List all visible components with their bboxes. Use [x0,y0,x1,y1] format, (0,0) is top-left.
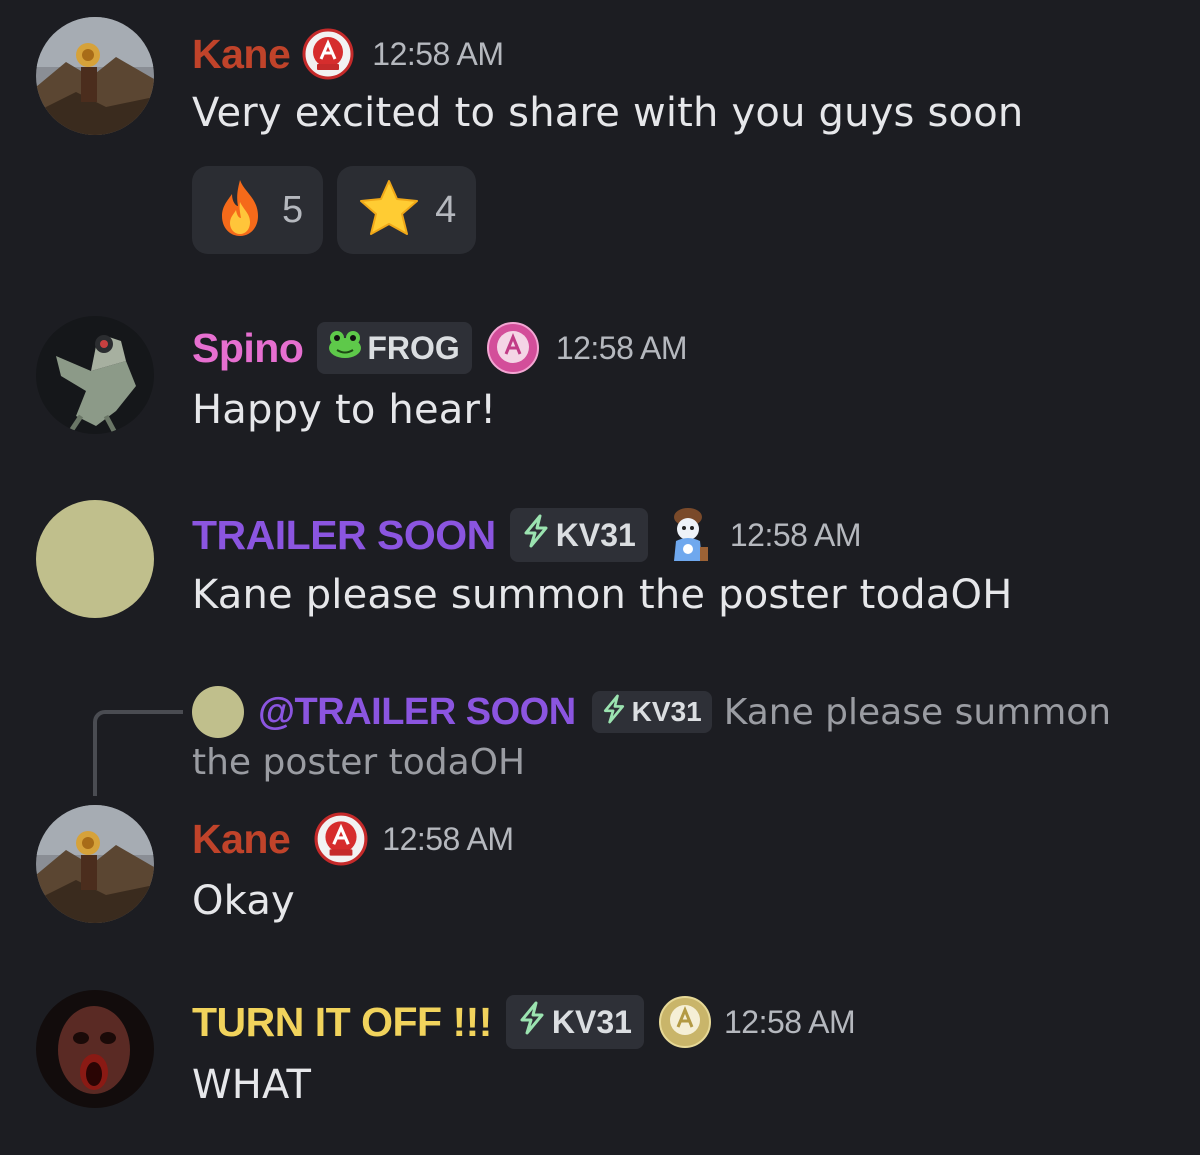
message-text: Happy to hear! [192,387,497,433]
message-header: TURN IT OFF !!! KV31 12:58 AM [192,995,856,1049]
avatar-trailer-soon[interactable] [36,500,154,618]
reaction-fire[interactable]: 5 [192,166,324,254]
message-header: Kane 12:58 AM [192,812,514,866]
username[interactable]: TURN IT OFF !!! [192,999,492,1046]
reply-text-continued: the poster todaOH [192,742,526,783]
role-badge-icon [658,995,712,1049]
tag-label: KV31 [555,516,636,553]
lightning-icon [600,694,628,731]
message-text: WHAT [192,1062,312,1108]
tag-label: KV31 [631,696,702,727]
username[interactable]: Kane [192,816,291,863]
reply-text: Kane please summon [723,691,1112,733]
character-emoji-icon [666,505,712,565]
avatar-kane[interactable] [36,805,154,923]
timestamp: 12:58 AM [555,329,688,366]
kv31-tag[interactable]: KV31 [591,691,712,733]
reactions: 5 4 [192,166,477,254]
message-header: Kane 12:58 AM [192,28,504,80]
message-text: Kane please summon the poster todaOH [192,572,1013,618]
username[interactable]: Spino [192,325,304,372]
tag-label: KV31 [551,1003,632,1040]
timestamp: 12:58 AM [729,516,862,553]
username[interactable]: TRAILER SOON [192,512,496,559]
avatar-spino[interactable] [36,316,154,434]
reaction-star[interactable]: 4 [337,166,477,254]
reaction-count: 4 [435,188,457,231]
timestamp: 12:58 AM [723,1003,856,1040]
lightning-icon [516,1001,548,1043]
message-text: Very excited to share with you guys soon [192,90,1024,136]
tag-label: FROG [367,329,460,366]
fire-icon [214,178,266,242]
role-badge-icon [314,812,368,866]
reaction-count: 5 [282,188,304,231]
reply-avatar [192,686,244,738]
reply-connector [93,710,183,796]
reply-preview[interactable]: @TRAILER SOON KV31 Kane please summon th… [192,686,1152,783]
username[interactable]: Kane [192,31,291,78]
role-badge-icon [302,28,354,80]
message-header: Spino FROG 12:58 AM [192,321,688,375]
avatar-kane[interactable] [36,17,154,135]
kv31-tag[interactable]: KV31 [509,508,648,562]
reply-mention[interactable]: @TRAILER SOON [258,691,576,734]
message-text: Okay [192,878,295,924]
star-icon [359,179,419,241]
frog-tag[interactable]: FROG [317,322,472,374]
lightning-icon [520,514,552,556]
frog-icon [327,329,363,367]
avatar-turn-it-off[interactable] [36,990,154,1108]
role-badge-icon [486,321,540,375]
timestamp: 12:58 AM [372,35,504,72]
timestamp: 12:58 AM [382,820,514,857]
message-header: TRAILER SOON KV31 12:58 AM [192,505,862,565]
kv31-tag[interactable]: KV31 [505,995,644,1049]
